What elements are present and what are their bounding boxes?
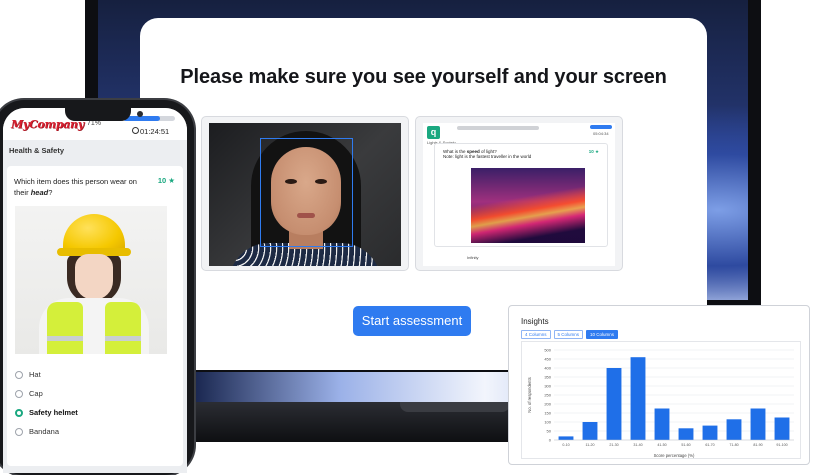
x-tick-label: 0-10 xyxy=(562,443,569,447)
x-tick-label: 11-20 xyxy=(586,443,595,447)
histogram-bar xyxy=(774,417,790,440)
chart-frame: 0 50 100 150 200 250 300 350 400 450 500 0-10 11-20 2… xyxy=(521,341,801,459)
y-tick-label: 450 xyxy=(544,357,551,362)
question-emph: head xyxy=(30,188,49,197)
y-tick-label: 400 xyxy=(544,366,551,371)
y-tick-label: 150 xyxy=(544,411,551,416)
face-detection-box xyxy=(260,138,353,247)
photo-face xyxy=(75,254,113,300)
x-tick-label: 31-40 xyxy=(633,443,642,447)
x-tick-label: 81-90 xyxy=(753,443,762,447)
question-end: ? xyxy=(48,188,53,197)
screen-preview-frame: q Lights & Society 05:04:34 What is the … xyxy=(415,116,623,271)
phone-screen: MyCompany 71% 01:24:51 Health & Safety W… xyxy=(3,108,187,473)
webcam-feed xyxy=(209,123,401,266)
webcam-preview-frame xyxy=(201,116,409,271)
question-card: Which item does this person wear on thei… xyxy=(7,166,183,466)
answer-option[interactable]: Bandana xyxy=(15,427,78,446)
mini-points: 10 ★ xyxy=(588,149,599,154)
mini-question-hint: Note: light is the fastest traveller in … xyxy=(443,154,532,159)
hi-vis-vest-left xyxy=(47,302,83,354)
column-tab[interactable]: 4 Columns xyxy=(521,330,551,339)
question-points: 10 ★ xyxy=(158,176,175,185)
histogram-bar xyxy=(606,368,622,440)
radio-checked-icon[interactable] xyxy=(15,409,23,417)
histogram-bar xyxy=(678,428,694,440)
x-tick-label: 41-50 xyxy=(657,443,666,447)
vest-stripe-right xyxy=(105,336,141,341)
x-tick-label: 91-100 xyxy=(776,443,787,447)
answer-options: Hat Cap Safety helmet Bandana xyxy=(15,370,78,446)
histogram-bar xyxy=(726,419,742,440)
hi-vis-vest-right xyxy=(105,302,141,354)
y-tick-label: 0 xyxy=(549,438,552,443)
y-axis-label: No. of respondents xyxy=(527,377,532,412)
start-assessment-button[interactable]: Start assessment xyxy=(353,306,471,336)
answer-option-label: Bandana xyxy=(29,427,60,436)
question-points-value: 10 xyxy=(157,176,167,185)
answer-option-label: Cap xyxy=(29,389,43,398)
mini-option: Infinity xyxy=(467,255,479,260)
stopwatch-icon xyxy=(132,127,139,134)
mini-submit-bar xyxy=(590,125,612,129)
progress-percentage: 71% xyxy=(87,120,102,127)
mini-question-card: What is the speed of light? Note: light … xyxy=(434,143,608,247)
mini-progress-bar xyxy=(457,126,539,130)
score-histogram: 0 50 100 150 200 250 300 350 400 450 500 0-10 11-20 2… xyxy=(527,348,794,458)
column-tabs: 4 Columns 5 Columns 10 Columns xyxy=(521,330,619,339)
answer-option-label: Hat xyxy=(29,370,41,379)
y-tick-label: 500 xyxy=(544,348,551,353)
phone-frame: MyCompany 71% 01:24:51 Health & Safety W… xyxy=(0,100,194,475)
answer-option[interactable]: Hat xyxy=(15,370,78,389)
y-tick-label: 100 xyxy=(544,420,551,425)
x-tick-label: 61-70 xyxy=(705,443,714,447)
x-axis-label: Score percentage (%) xyxy=(654,453,695,458)
mini-question: What is the speed of light? Note: light … xyxy=(443,149,563,159)
histogram-bar xyxy=(654,408,670,440)
histogram-bar xyxy=(750,408,766,440)
laptop-hinge-notch xyxy=(400,402,510,412)
question-photo xyxy=(15,206,167,354)
x-tick-label: 21-30 xyxy=(609,443,618,447)
answer-option-label: Safety helmet xyxy=(29,408,78,417)
histogram-bar xyxy=(702,425,718,440)
insights-card: Insights 4 Columns 5 Columns 10 Columns 0 5… xyxy=(508,305,810,465)
screen-share-preview: q Lights & Society 05:04:34 What is the … xyxy=(423,123,615,266)
y-tick-label: 200 xyxy=(544,402,551,407)
section-title: Health & Safety xyxy=(9,146,65,155)
column-tab[interactable]: 5 Columns xyxy=(553,330,584,339)
front-camera-icon xyxy=(137,111,143,117)
question-text: Which item does this person wear on thei… xyxy=(14,176,140,198)
dialog-title: Please make sure you see yourself and yo… xyxy=(180,66,667,88)
x-tick-label: 51-60 xyxy=(681,443,690,447)
insights-title: Insights xyxy=(521,317,549,326)
assessment-timer: 01:24:51 xyxy=(140,127,170,136)
vest-stripe-left xyxy=(47,336,83,341)
radio-icon[interactable] xyxy=(15,371,23,379)
column-tab[interactable]: 10 Columns xyxy=(586,330,619,339)
histogram-bar xyxy=(558,436,574,440)
y-tick-label: 350 xyxy=(544,375,551,380)
phone-notch xyxy=(65,108,143,121)
x-tick-label: 71-80 xyxy=(729,443,738,447)
histogram-bar xyxy=(582,422,598,440)
mini-points-value: 10 xyxy=(588,149,594,154)
histogram-bar xyxy=(630,357,646,440)
y-tick-label: 300 xyxy=(544,384,551,389)
y-tick-label: 50 xyxy=(547,429,552,434)
progress-bar xyxy=(123,116,175,121)
radio-icon[interactable] xyxy=(15,428,23,436)
answer-option[interactable]: Safety helmet xyxy=(15,408,78,427)
star-icon: ★ xyxy=(168,176,175,185)
radio-icon[interactable] xyxy=(15,390,23,398)
mini-light-trail-photo xyxy=(471,168,585,243)
app-logo-icon: q xyxy=(427,126,440,139)
y-tick-label: 250 xyxy=(544,393,551,398)
mini-timer: 05:04:34 xyxy=(593,131,609,136)
answer-option[interactable]: Cap xyxy=(15,389,78,408)
